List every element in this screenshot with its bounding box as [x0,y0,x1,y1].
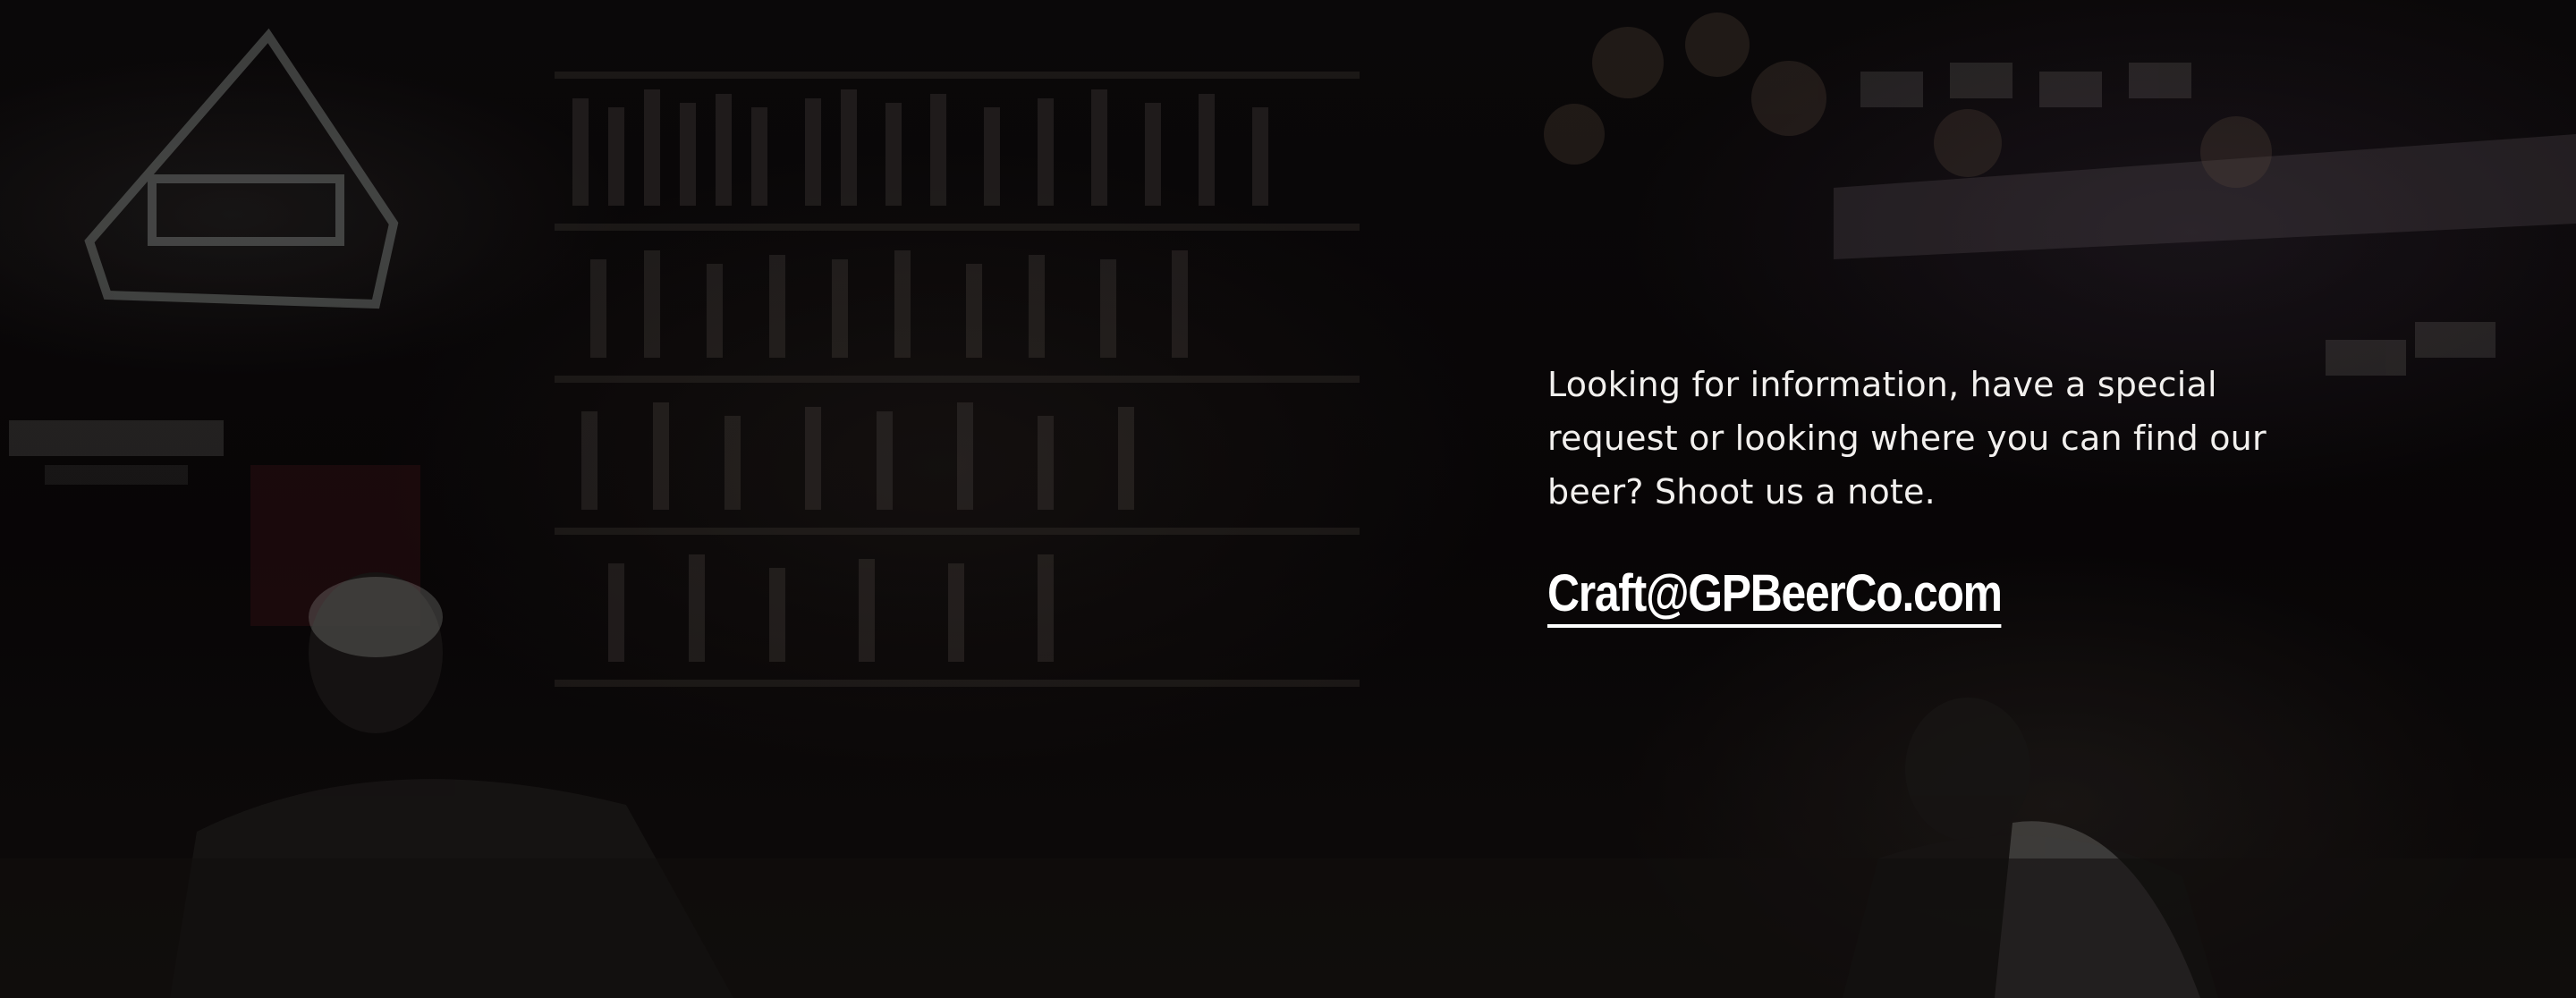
contact-intro-text: Looking for information, have a special … [1547,365,2267,512]
email-link[interactable]: Craft@GPBeerCo.com [1547,565,2003,628]
contact-block: Looking for information, have a special … [1547,358,2281,628]
contact-hero-section: Looking for information, have a special … [0,0,2576,998]
